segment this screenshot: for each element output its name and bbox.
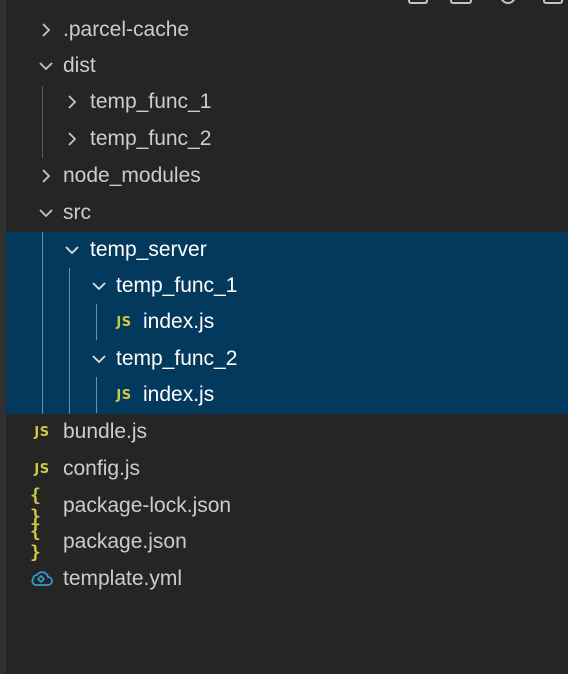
chevron-right-icon	[60, 121, 84, 157]
tree-item-label: temp_func_2	[116, 347, 238, 370]
tree-item-src-temp-func-1[interactable]: temp_func_1	[6, 268, 568, 304]
tree-item-dist-temp-func-2[interactable]: temp_func_2	[6, 121, 568, 157]
chevron-down-icon	[34, 195, 58, 231]
javascript-file-icon: JS	[34, 461, 50, 477]
javascript-file-icon: JS	[116, 314, 132, 330]
tree-item-label: temp_func_2	[90, 127, 212, 150]
tree-item-index-js-2[interactable]: JS index.js	[6, 377, 568, 413]
tree-item-node-modules[interactable]: node_modules	[6, 158, 568, 194]
new-folder-icon[interactable]	[450, 0, 472, 4]
tree-item-label: node_modules	[63, 164, 201, 187]
tree-item-config-js[interactable]: JS config.js	[6, 451, 568, 487]
tree-item-label: package-lock.json	[63, 494, 232, 517]
explorer-toolbar	[378, 0, 568, 6]
tree-item-package-lock-json[interactable]: { } package-lock.json	[6, 485, 568, 527]
chevron-right-icon	[34, 12, 58, 48]
tree-item-label: template.yml	[63, 567, 183, 590]
chevron-down-icon	[34, 48, 58, 84]
json-file-icon: { }	[30, 521, 41, 563]
chevron-right-icon	[60, 84, 84, 120]
tree-item-label: package.json	[63, 530, 187, 553]
file-explorer: .parcel-cache dist temp_func_1 temp_func…	[0, 0, 568, 674]
tree-item-temp-server[interactable]: temp_server	[6, 232, 568, 268]
tree-item-label: src	[63, 201, 91, 224]
cloud-formation-icon	[28, 561, 54, 597]
chevron-down-icon	[87, 268, 111, 304]
tree-item-dist-temp-func-1[interactable]: temp_func_1	[6, 84, 568, 120]
new-file-icon[interactable]	[408, 0, 428, 4]
tree-item-label: .parcel-cache	[63, 18, 190, 41]
chevron-down-icon	[60, 232, 84, 268]
json-file-icon: { }	[30, 485, 41, 527]
tree-item-label: index.js	[143, 310, 215, 333]
tree-item-package-json[interactable]: { } package.json	[6, 521, 568, 563]
collapse-all-icon[interactable]	[543, 0, 563, 4]
tree-item-index-js-1[interactable]: JS index.js	[6, 304, 568, 340]
tree-item-bundle-js[interactable]: JS bundle.js	[6, 414, 568, 450]
tree-item-label: dist	[63, 54, 96, 77]
tree-item-label: index.js	[143, 383, 215, 406]
tree-item-label: config.js	[63, 457, 141, 480]
tree-item-label: bundle.js	[63, 420, 148, 443]
refresh-icon[interactable]	[500, 0, 516, 4]
tree-item-dist[interactable]: dist	[6, 48, 568, 84]
tree-item-src[interactable]: src	[6, 195, 568, 231]
javascript-file-icon: JS	[34, 424, 50, 440]
chevron-right-icon	[34, 158, 58, 194]
tree-item-parcel-cache[interactable]: .parcel-cache	[6, 12, 568, 48]
javascript-file-icon: JS	[116, 387, 132, 403]
chevron-down-icon	[87, 341, 111, 377]
tree-item-label: temp_func_1	[90, 90, 212, 113]
tree-item-label: temp_func_1	[116, 274, 238, 297]
tree-item-template-yml[interactable]: template.yml	[6, 561, 568, 597]
tree-item-label: temp_server	[90, 238, 207, 261]
tree-item-src-temp-func-2[interactable]: temp_func_2	[6, 341, 568, 377]
